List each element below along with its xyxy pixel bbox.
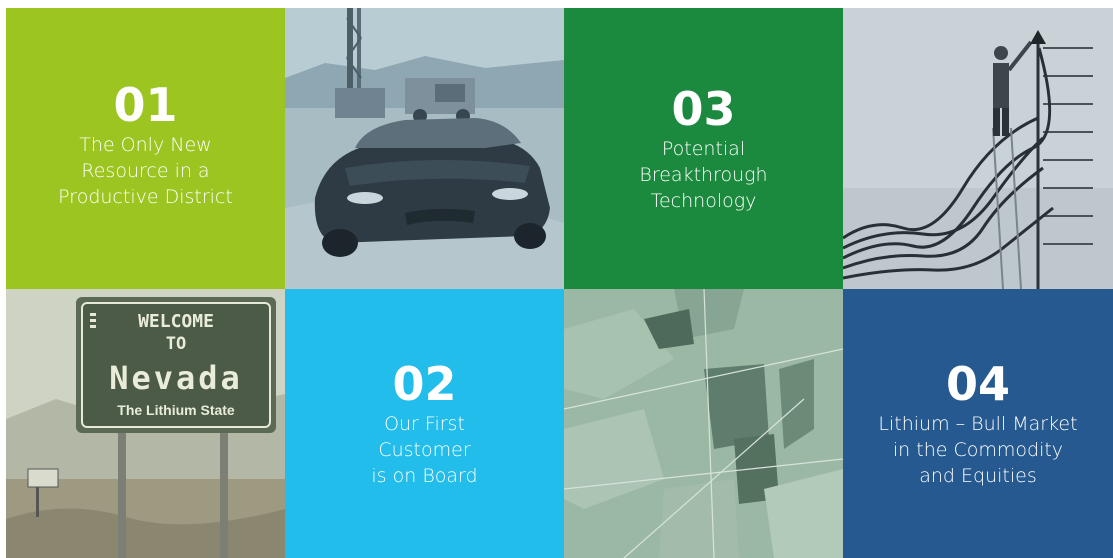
- tile-number: 03: [671, 81, 736, 136]
- aerial-ponds-photo: [564, 289, 843, 558]
- tile-number: 01: [113, 77, 178, 132]
- sign-line1: WELCOME: [138, 311, 214, 332]
- sign-line2: TO: [166, 334, 186, 354]
- car-drilling-photo: [285, 8, 564, 289]
- feature-grid: 01 The Only New Resource in a Productive…: [6, 8, 1113, 558]
- tile-02: 02 Our First Customer is on Board: [285, 289, 564, 558]
- tile-04: 04 Lithium – Bull Market in the Commodit…: [843, 289, 1113, 558]
- sign-line3: Nevada: [109, 359, 243, 397]
- tile-caption: Lithium – Bull Market in the Commodity a…: [878, 412, 1078, 487]
- tile-caption: The Only New Resource in a Productive Di…: [58, 133, 233, 208]
- sign-line4: The Lithium State: [117, 402, 235, 418]
- tile-number: 02: [392, 356, 457, 411]
- rising-chart-photo: [843, 8, 1113, 289]
- tile-03: 03 Potential Breakthrough Technology: [564, 8, 843, 289]
- nevada-sign-photo: WELCOME TO Nevada The Lithium State: [6, 289, 285, 558]
- tile-number: 04: [945, 356, 1010, 411]
- tile-caption: Our First Customer is on Board: [371, 412, 478, 487]
- tile-01: 01 The Only New Resource in a Productive…: [6, 8, 285, 289]
- tile-caption: Potential Breakthrough Technology: [639, 137, 768, 212]
